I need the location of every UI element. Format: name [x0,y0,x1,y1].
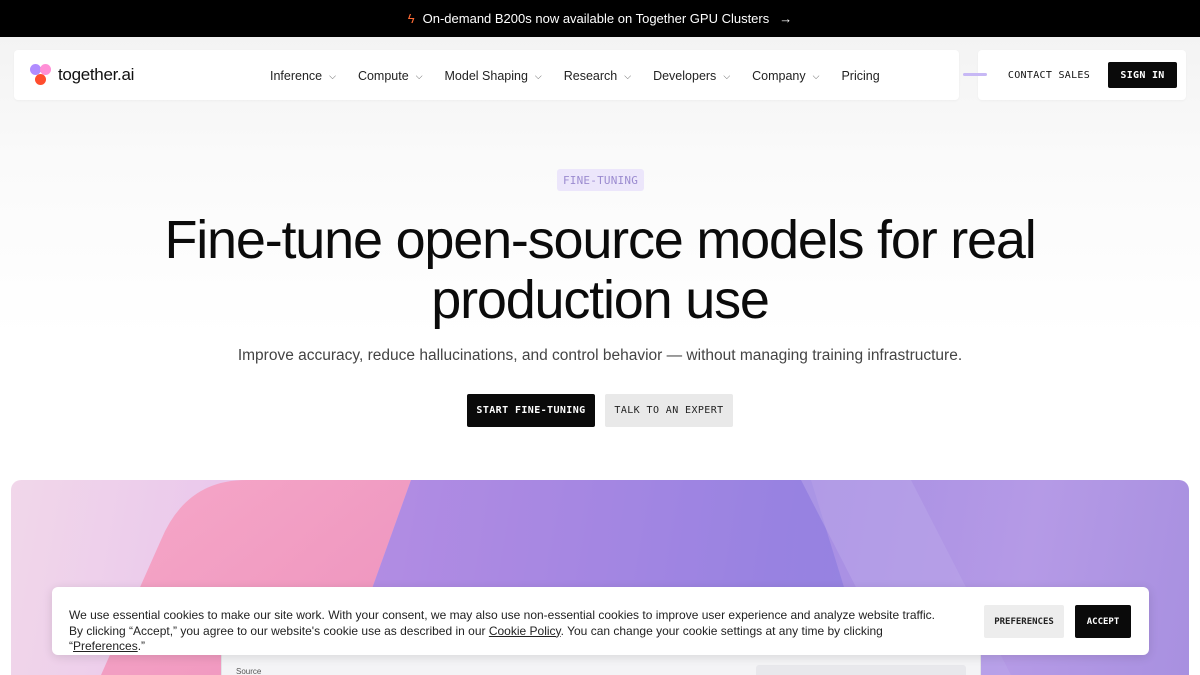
cookie-policy-link[interactable]: Cookie Policy [489,624,561,638]
nav-links: Inference ⌵ Compute ⌵ Model Shaping ⌵ Re… [270,66,902,86]
announcement-text[interactable]: On-demand B200s now available on Togethe… [423,11,770,26]
nav-item-label: Company [752,69,806,83]
nav-item-label: Inference [270,69,323,83]
nav-item-label: Model Shaping [444,69,528,83]
chevron-down-icon: ⌵ [812,70,820,81]
preferences-button[interactable]: PREFERENCES [984,605,1064,638]
nav-item-company[interactable]: Company ⌵ [752,69,819,83]
logo-text: together.ai [58,65,135,84]
nav-item-label: Pricing [841,69,880,83]
logo[interactable]: together.ai [30,63,134,87]
nav-item-label: Compute [357,69,409,83]
source-label: Source [236,667,262,675]
preferences-link[interactable]: Preferences [73,639,138,653]
accept-button[interactable]: ACCEPT [1075,605,1131,638]
cookie-banner: We use essential cookies to make our sit… [52,587,1149,655]
start-fine-tuning-button[interactable]: START FINE-TUNING [467,394,595,427]
nav-item-model-shaping[interactable]: Model Shaping ⌵ [445,69,542,83]
nav-item-label: Research [563,69,618,83]
contact-sales-button[interactable]: CONTACT SALES [1000,62,1098,88]
nav-item-inference[interactable]: Inference ⌵ [270,69,336,83]
source-field [756,665,966,675]
announcement-bar[interactable]: ϟ On-demand B200s now available on Toget… [0,0,1200,37]
cookie-text-part: .” [137,639,146,653]
bolt-icon: ϟ [407,11,415,26]
chevron-down-icon: ⌵ [624,70,632,81]
logo-mark-icon [30,64,52,86]
nav-item-label: Developers [653,69,717,83]
chevron-down-icon: ⌵ [329,70,336,81]
cookie-text: We use essential cookies to make our sit… [69,608,949,655]
chevron-down-icon: ⌵ [415,70,423,81]
menu-toggle-icon[interactable] [963,73,987,76]
sign-in-button[interactable]: SIGN IN [1108,62,1177,88]
arrow-right-icon: → [779,11,793,26]
nav-item-developers[interactable]: Developers ⌵ [653,69,730,83]
hero-subtitle: Improve accuracy, reduce hallucinations,… [237,347,963,364]
page-title: Fine-tune open-source models for real pr… [164,210,1036,330]
nav-item-pricing[interactable]: Pricing [841,69,879,83]
nav-item-research[interactable]: Research ⌵ [564,69,631,83]
nav-item-compute[interactable]: Compute ⌵ [358,69,423,83]
chevron-down-icon: ⌵ [723,70,731,81]
talk-to-expert-button[interactable]: TALK TO AN EXPERT [605,394,733,427]
section-badge: FINE-TUNING [557,169,644,191]
chevron-down-icon: ⌵ [534,70,542,81]
